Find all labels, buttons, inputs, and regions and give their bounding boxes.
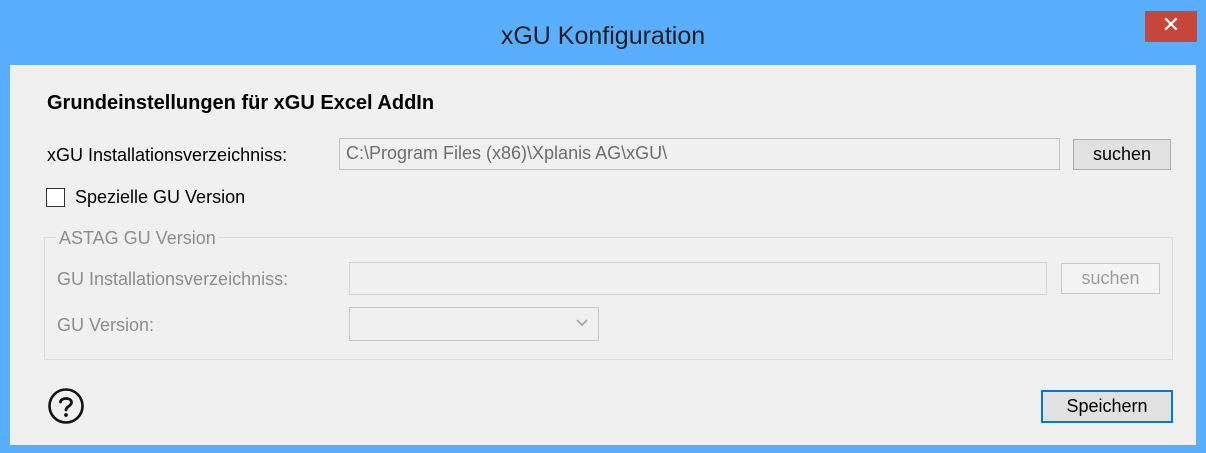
gu-install-dir-field[interactable] — [349, 262, 1047, 295]
special-version-checkbox[interactable] — [46, 188, 65, 207]
xgu-install-dir-field[interactable]: C:\Program Files (x86)\Xplanis AG\xGU\ — [339, 138, 1060, 170]
gu-install-dir-label: GU Installationsverzeichniss: — [57, 269, 289, 289]
special-version-label[interactable]: Spezielle GU Version — [75, 187, 245, 208]
close-button[interactable]: ✕ — [1145, 11, 1197, 42]
save-button[interactable]: Speichern — [1041, 390, 1173, 423]
gu-search-button[interactable]: suchen — [1061, 263, 1160, 294]
section-heading: Grundeinstellungen für xGU Excel AddIn — [47, 92, 435, 114]
help-circle-icon[interactable] — [47, 387, 85, 425]
xgu-install-dir-label: xGU Installationsverzeichniss: — [47, 145, 288, 165]
astag-group-legend: ASTAG GU Version — [56, 228, 219, 249]
window-title: xGU Konfiguration — [500, 22, 706, 50]
chevron-down-icon — [576, 319, 588, 327]
close-icon: ✕ — [1161, 13, 1181, 38]
gu-version-label: GU Version: — [57, 315, 155, 335]
xgu-search-button[interactable]: suchen — [1073, 139, 1171, 170]
dialog-content: Grundeinstellungen für xGU Excel AddIn x… — [10, 65, 1196, 445]
astag-group-box — [44, 237, 1173, 360]
gu-version-select[interactable] — [349, 307, 599, 341]
